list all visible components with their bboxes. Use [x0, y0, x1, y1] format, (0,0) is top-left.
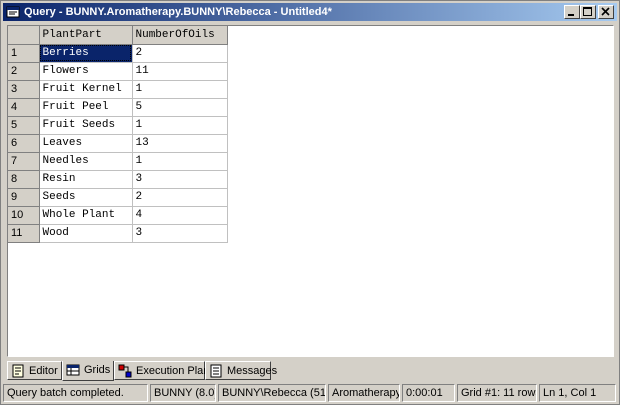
tab-grids-label: Grids: [84, 364, 111, 376]
cell-numberofoils[interactable]: 1: [132, 116, 228, 135]
tab-execution-plan-label: Execution Plan: [136, 365, 210, 377]
row-number[interactable]: 4: [8, 98, 40, 117]
tab-messages-label: Messages: [227, 365, 278, 377]
title-bar[interactable]: Query - BUNNY.Aromatherapy.BUNNY\Rebecca…: [3, 3, 617, 21]
cell-plantpart[interactable]: Resin: [39, 170, 133, 189]
table-row[interactable]: 6 Leaves 13: [8, 134, 228, 153]
row-number[interactable]: 6: [8, 134, 40, 153]
editor-icon: [12, 364, 24, 378]
row-number[interactable]: 7: [8, 152, 40, 171]
minimize-button[interactable]: [564, 5, 580, 19]
cell-plantpart[interactable]: Wood: [39, 224, 133, 243]
status-database: Aromatherapy: [328, 384, 400, 402]
row-number[interactable]: 1: [8, 44, 40, 63]
status-elapsed: 0:00:01: [402, 384, 455, 402]
row-number[interactable]: 10: [8, 206, 40, 225]
result-tabs: Editor Grids Execution Plan Messages: [7, 361, 407, 381]
cell-numberofoils[interactable]: 3: [132, 224, 228, 243]
cell-plantpart[interactable]: Needles: [39, 152, 133, 171]
status-bar: Query batch completed. BUNNY (8.0) BUNNY…: [3, 384, 617, 403]
grid-icon: [66, 364, 80, 376]
cell-numberofoils[interactable]: 3: [132, 170, 228, 189]
cell-plantpart[interactable]: Fruit Kernel: [39, 80, 133, 99]
cell-plantpart[interactable]: Berries: [39, 44, 133, 63]
table-row[interactable]: 2 Flowers 11: [8, 62, 228, 81]
cell-plantpart[interactable]: Fruit Peel: [39, 98, 133, 117]
row-number[interactable]: 2: [8, 62, 40, 81]
query-window: Query - BUNNY.Aromatherapy.BUNNY\Rebecca…: [0, 0, 620, 405]
corner-header: [8, 26, 40, 45]
table-row[interactable]: 3 Fruit Kernel 1: [8, 80, 228, 99]
minimize-icon: [568, 14, 574, 16]
cell-plantpart[interactable]: Fruit Seeds: [39, 116, 133, 135]
tab-editor[interactable]: Editor: [7, 361, 62, 380]
messages-icon: [210, 364, 222, 378]
cell-numberofoils[interactable]: 1: [132, 80, 228, 99]
table-row[interactable]: 8 Resin 3: [8, 170, 228, 189]
table-row[interactable]: 10 Whole Plant 4: [8, 206, 228, 225]
row-number[interactable]: 3: [8, 80, 40, 99]
query-window-icon: [6, 6, 20, 18]
cell-numberofoils[interactable]: 2: [132, 44, 228, 63]
results-grid[interactable]: PlantPart NumberOfOils 1 Berries 2 2 Flowers…: [7, 25, 614, 357]
table-row[interactable]: 1 Berries 2: [8, 44, 228, 63]
table-row[interactable]: 11 Wood 3: [8, 224, 228, 243]
maximize-button[interactable]: [580, 5, 596, 19]
table-row[interactable]: 7 Needles 1: [8, 152, 228, 171]
table-row[interactable]: 9 Seeds 2: [8, 188, 228, 207]
status-grid-info: Grid #1: 11 rows: [457, 384, 537, 402]
tab-messages[interactable]: Messages: [205, 361, 277, 380]
cell-plantpart[interactable]: Whole Plant: [39, 206, 133, 225]
grid-body: 1 Berries 2 2 Flowers 11 3 Fruit Kernel 1 4 Fruit …: [8, 44, 228, 243]
cell-numberofoils[interactable]: 11: [132, 62, 228, 81]
cell-numberofoils[interactable]: 1: [132, 152, 228, 171]
window-title: Query - BUNNY.Aromatherapy.BUNNY\Rebecca…: [24, 6, 332, 18]
maximize-icon: [583, 7, 592, 16]
table-row[interactable]: 5 Fruit Seeds 1: [8, 116, 228, 135]
execution-plan-icon: [118, 364, 132, 378]
cell-plantpart[interactable]: Leaves: [39, 134, 133, 153]
row-number[interactable]: 9: [8, 188, 40, 207]
status-message: Query batch completed.: [3, 384, 148, 402]
table-row[interactable]: 4 Fruit Peel 5: [8, 98, 228, 117]
cell-numberofoils[interactable]: 2: [132, 188, 228, 207]
close-button[interactable]: [598, 5, 614, 19]
header-row: PlantPart NumberOfOils: [8, 26, 228, 45]
cell-numberofoils[interactable]: 5: [132, 98, 228, 117]
cell-numberofoils[interactable]: 4: [132, 206, 228, 225]
tab-execution-plan[interactable]: Execution Plan: [114, 361, 209, 380]
results-table: PlantPart NumberOfOils 1 Berries 2 2 Flowers…: [8, 26, 228, 243]
status-user: BUNNY\Rebecca (51): [218, 384, 326, 402]
row-number[interactable]: 11: [8, 224, 40, 243]
tab-editor-label: Editor: [29, 365, 58, 377]
row-number[interactable]: 8: [8, 170, 40, 189]
tab-grids[interactable]: Grids: [62, 361, 114, 381]
close-icon: [601, 7, 610, 16]
cell-plantpart[interactable]: Seeds: [39, 188, 133, 207]
cell-numberofoils[interactable]: 13: [132, 134, 228, 153]
status-position: Ln 1, Col 1: [539, 384, 616, 402]
column-header-numberofoils[interactable]: NumberOfOils: [132, 26, 228, 45]
row-number[interactable]: 5: [8, 116, 40, 135]
cell-plantpart[interactable]: Flowers: [39, 62, 133, 81]
column-header-plantpart[interactable]: PlantPart: [39, 26, 133, 45]
status-server: BUNNY (8.0): [150, 384, 216, 402]
